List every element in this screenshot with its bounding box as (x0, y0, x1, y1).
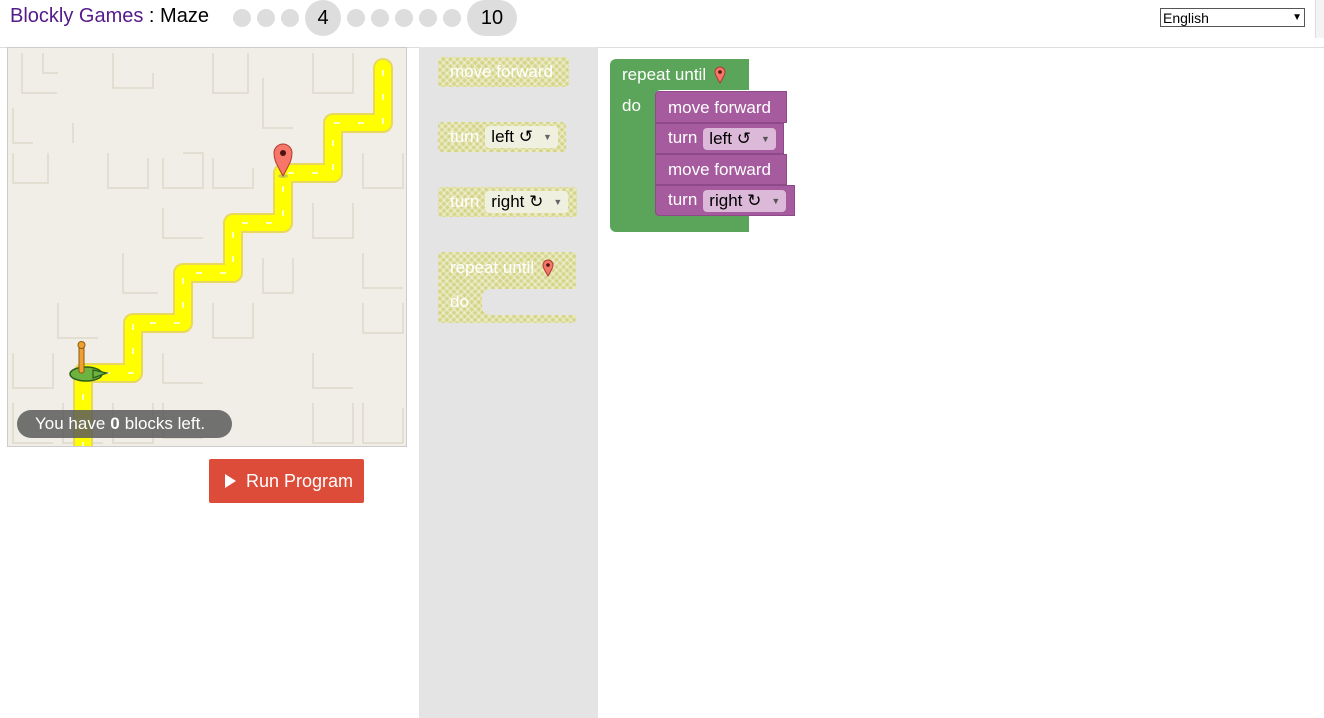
level-6-dot[interactable] (371, 9, 389, 27)
scrollbar[interactable] (1315, 0, 1324, 38)
language-value: English (1163, 9, 1209, 26)
blocks-left-bubble: You have 0 blocks left. (17, 410, 232, 438)
move-forward-block-2[interactable]: move forward (655, 154, 787, 185)
level-8-dot[interactable] (419, 9, 437, 27)
level-5-dot[interactable] (347, 9, 365, 27)
block-label: repeat until (622, 65, 707, 84)
dropdown-value: left ↺ (491, 127, 533, 146)
goal-marker-icon (714, 66, 726, 84)
dropdown-value: left ↺ (709, 129, 751, 148)
dropdown-arrow-icon: ▼ (771, 196, 781, 206)
page-title: Blockly Games : Maze (10, 5, 209, 28)
toolbox-move-forward-block[interactable]: move forward (438, 57, 569, 87)
wall-tiles (12, 53, 404, 444)
toolbox: move forward turn left ↺ ▼ turn right ↻ ▼ … (419, 47, 598, 718)
block-label: turn (668, 190, 698, 209)
blockly-games-link[interactable]: Blockly Games (10, 5, 143, 27)
block-label: move forward (668, 160, 771, 179)
block-label: turn (450, 127, 480, 146)
turn-right-block[interactable]: turn right ↻ ▼ (655, 185, 795, 216)
toolbox-turn-right-block[interactable]: turn right ↻ ▼ (438, 187, 577, 217)
play-icon (225, 474, 236, 488)
run-program-button[interactable]: Run Program (209, 459, 364, 503)
game-name: Maze (160, 5, 209, 27)
dropdown-arrow-icon: ▼ (553, 197, 563, 207)
toolbox-turn-left-block[interactable]: turn left ↺ ▼ (438, 122, 566, 152)
level-last[interactable]: 10 (467, 0, 517, 36)
title-separator: : (143, 5, 161, 27)
dropdown-arrow-icon: ▼ (760, 134, 770, 144)
dropdown-value: right ↻ (709, 191, 762, 210)
capacity-suffix: blocks left. (124, 414, 206, 433)
dropdown-value: right ↻ (491, 192, 544, 211)
dropdown-arrow-icon: ▼ (542, 132, 552, 142)
maze-board (7, 47, 407, 447)
level-2-dot[interactable] (257, 9, 275, 27)
turn-right-dropdown[interactable]: right ↻ ▼ (485, 191, 569, 213)
level-current[interactable]: 4 (305, 0, 341, 36)
turn-right-dropdown[interactable]: right ↻ ▼ (703, 190, 787, 212)
pegman-icon (69, 341, 110, 382)
level-3-dot[interactable] (281, 9, 299, 27)
turn-left-block[interactable]: turn left ↺ ▼ (655, 123, 784, 154)
block-label: repeat until (450, 258, 535, 277)
block-label: move forward (668, 98, 771, 117)
turn-left-dropdown[interactable]: left ↺ ▼ (485, 126, 558, 148)
language-select[interactable]: English ▼ (1160, 8, 1305, 27)
block-label: turn (450, 192, 480, 211)
statement-slot[interactable] (481, 289, 577, 315)
level-7-dot[interactable] (395, 9, 413, 27)
maze-svg (12, 53, 404, 446)
capacity-prefix: You have (35, 414, 106, 433)
run-label: Run Program (246, 470, 354, 491)
block-label: move forward (450, 62, 553, 81)
block-do-label: do (450, 292, 469, 311)
header: Blockly Games : Maze 4 10 English ▼ (0, 0, 1324, 38)
goal-marker-icon (542, 259, 554, 277)
toolbox-repeat-until-block[interactable]: repeat until do (438, 252, 577, 323)
block-label: turn (668, 128, 698, 147)
capacity-count: 0 (110, 414, 120, 433)
move-forward-block-1[interactable]: move forward (655, 91, 787, 123)
turn-left-dropdown[interactable]: left ↺ ▼ (703, 128, 776, 150)
level-9-dot[interactable] (443, 9, 461, 27)
block-do-label: do (622, 96, 641, 115)
chevron-down-icon: ▼ (1292, 12, 1302, 23)
level-1-dot[interactable] (233, 9, 251, 27)
level-selector: 4 10 (233, 0, 523, 36)
